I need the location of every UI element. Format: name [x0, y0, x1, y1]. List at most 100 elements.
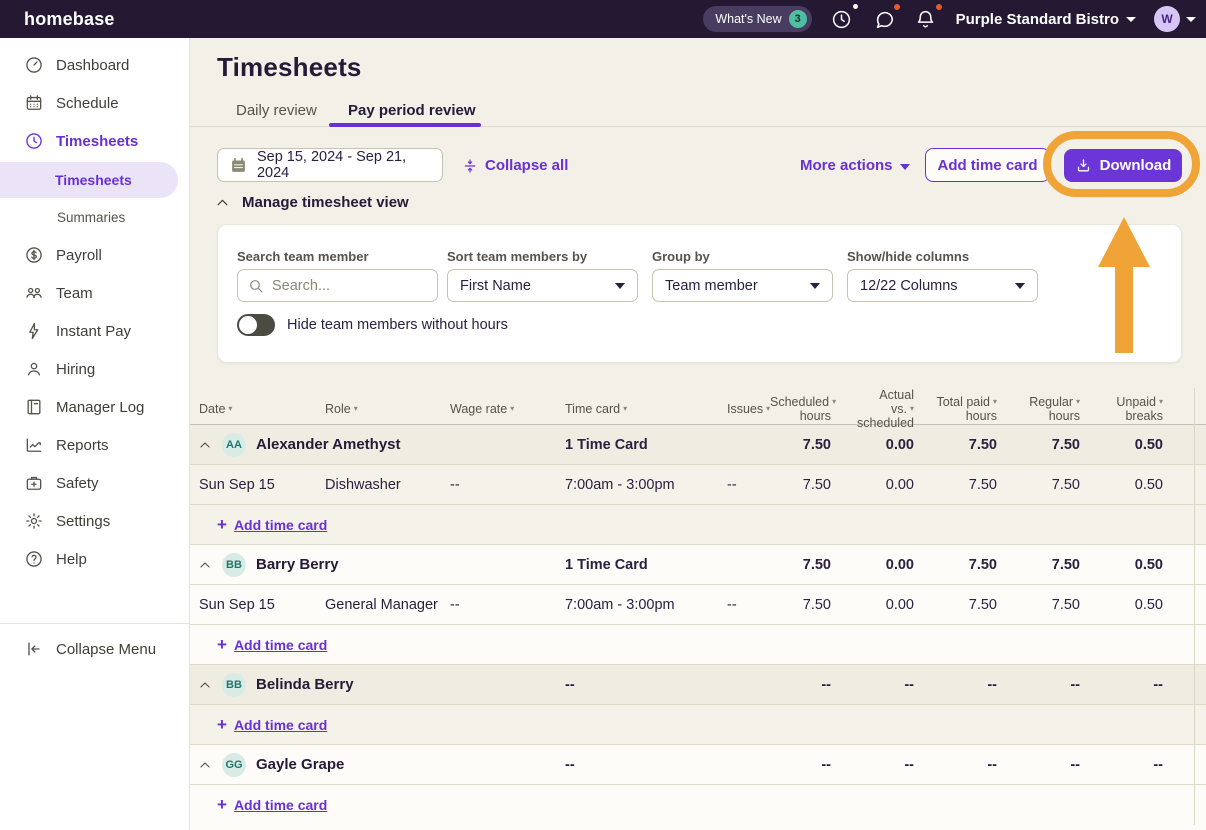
sort-select[interactable]: First Name [447, 269, 638, 302]
help-icon [24, 549, 44, 569]
toggle-knob [239, 316, 257, 334]
add-time-card-button[interactable]: Add time card [925, 148, 1050, 182]
column-header-actual-vs-scheduled[interactable]: Actual vs.▾scheduled [853, 388, 936, 430]
regular-hours: 7.50 [1019, 557, 1102, 573]
filter-caret-icon[interactable]: ▾ [910, 404, 914, 413]
time-card-summary: -- [555, 677, 715, 693]
regular-hours: -- [1019, 757, 1102, 773]
messages-icon[interactable] [872, 7, 896, 31]
chevron-up-icon[interactable] [198, 678, 212, 692]
add-time-card-row: +Add time card [190, 625, 1206, 665]
chevron-down-icon [810, 283, 820, 289]
add-time-card-link[interactable]: +Add time card [217, 715, 327, 735]
whats-new-button[interactable]: What's New 3 [703, 6, 811, 32]
column-header-scheduled-hours[interactable]: Scheduled▾hours [770, 395, 853, 423]
messages-notification-dot [894, 4, 900, 10]
time-clock-icon[interactable] [830, 7, 854, 31]
sort-label: Sort team members by [447, 249, 587, 264]
filter-caret-icon[interactable]: ▾ [1159, 397, 1163, 406]
filter-caret-icon[interactable]: ▾ [354, 404, 358, 413]
tab-pay-period-review[interactable]: Pay period review [348, 102, 476, 119]
whats-new-count-badge: 3 [789, 10, 807, 28]
filter-caret-icon[interactable]: ▾ [993, 397, 997, 406]
wage-rate-cell: -- [440, 477, 555, 493]
sidebar-item-settings[interactable]: Settings [0, 502, 190, 540]
sort-value: First Name [460, 278, 531, 294]
table-right-border [1194, 388, 1195, 825]
sidebar-item-team[interactable]: Team [0, 274, 190, 312]
column-header-issues[interactable]: Issues▾ [715, 402, 770, 416]
filter-caret-icon[interactable]: ▾ [510, 404, 514, 413]
sidebar-subitem-summaries[interactable]: Summaries [0, 198, 190, 236]
time-card-row[interactable]: Sun Sep 15 Dishwasher -- 7:00am - 3:00pm… [190, 465, 1206, 505]
chevron-down-icon [1015, 283, 1025, 289]
download-button[interactable]: Download [1064, 149, 1182, 182]
sidebar-item-label: Settings [56, 513, 110, 530]
chevron-down-icon [1126, 17, 1136, 22]
date-range-picker[interactable]: Sep 15, 2024 - Sep 21, 2024 [217, 148, 443, 182]
date-cell: Sun Sep 15 [190, 477, 315, 493]
collapse-all-button[interactable]: Collapse all [462, 157, 568, 174]
sidebar-item-manager-log[interactable]: Manager Log [0, 388, 190, 426]
clock-icon [24, 131, 44, 151]
sidebar-item-label: Team [56, 285, 93, 302]
scheduled-hours: 7.50 [770, 477, 853, 493]
total-paid-hours: 7.50 [936, 557, 1019, 573]
sidebar-item-payroll[interactable]: Payroll [0, 236, 190, 274]
group-row[interactable]: BB Barry Berry 1 Time Card 7.50 0.00 7.5… [190, 545, 1206, 585]
sidebar-item-schedule[interactable]: Schedule [0, 84, 190, 122]
group-by-select[interactable]: Team member [652, 269, 833, 302]
sidebar-item-dashboard[interactable]: Dashboard [0, 46, 190, 84]
columns-select[interactable]: 12/22 Columns [847, 269, 1038, 302]
sidebar-item-instant-pay[interactable]: Instant Pay [0, 312, 190, 350]
manage-timesheet-view-panel: Search team member Sort team members by … [217, 224, 1182, 363]
company-switcher[interactable]: Purple Standard Bistro [956, 11, 1136, 28]
add-time-card-row: +Add time card [190, 705, 1206, 745]
sidebar-item-reports[interactable]: Reports [0, 426, 190, 464]
column-header-role[interactable]: Role▾ [315, 402, 440, 416]
group-row[interactable]: GG Gayle Grape -- -- -- -- -- -- [190, 745, 1206, 785]
filter-caret-icon[interactable]: ▾ [832, 397, 836, 406]
unpaid-breaks: 0.50 [1102, 477, 1185, 493]
plus-icon: + [217, 515, 227, 535]
more-actions-button[interactable]: More actions [800, 157, 910, 174]
filter-caret-icon[interactable]: ▾ [623, 404, 627, 413]
chevron-up-icon[interactable] [198, 558, 212, 572]
add-time-card-link[interactable]: +Add time card [217, 795, 327, 815]
total-paid-hours: 7.50 [936, 477, 1019, 493]
manage-timesheet-view-toggle[interactable]: Manage timesheet view [215, 194, 409, 211]
time-card-row[interactable]: Sun Sep 15 General Manager -- 7:00am - 3… [190, 585, 1206, 625]
account-menu[interactable]: W [1154, 6, 1196, 32]
group-row[interactable]: AA Alexander Amethyst 1 Time Card 7.50 0… [190, 425, 1206, 465]
add-time-card-link[interactable]: +Add time card [217, 635, 327, 655]
sidebar-item-label: Dashboard [56, 57, 129, 74]
avatar: W [1154, 6, 1180, 32]
sidebar-item-timesheets[interactable]: Timesheets [0, 122, 190, 160]
column-header-wage-rate[interactable]: Wage rate▾ [440, 402, 555, 416]
filter-caret-icon[interactable]: ▾ [1076, 397, 1080, 406]
person-icon [24, 359, 44, 379]
column-header-time-card[interactable]: Time card▾ [555, 402, 715, 416]
chevron-up-icon[interactable] [198, 758, 212, 772]
tab-daily-review[interactable]: Daily review [236, 102, 317, 119]
search-input[interactable] [272, 278, 422, 294]
columns-value: 12/22 Columns [860, 278, 958, 294]
filter-caret-icon[interactable]: ▾ [228, 404, 232, 413]
column-header-unpaid-breaks[interactable]: Unpaid▾breaks [1102, 395, 1185, 423]
column-header-total-paid-hours[interactable]: Total paid▾hours [936, 395, 1019, 423]
toggle-label: Hide team members without hours [287, 317, 508, 333]
notifications-bell-icon[interactable] [914, 7, 938, 31]
column-header-regular-hours[interactable]: Regular▾hours [1019, 395, 1102, 423]
add-time-card-link[interactable]: +Add time card [217, 515, 327, 535]
sidebar-item-help[interactable]: Help [0, 540, 190, 578]
hide-members-toggle[interactable] [237, 314, 275, 336]
sidebar-item-safety[interactable]: Safety [0, 464, 190, 502]
sidebar-item-hiring[interactable]: Hiring [0, 350, 190, 388]
column-header-date[interactable]: Date▾ [190, 402, 315, 416]
chevron-up-icon[interactable] [198, 438, 212, 452]
group-row[interactable]: BB Belinda Berry -- -- -- -- -- -- [190, 665, 1206, 705]
date-range-value: Sep 15, 2024 - Sep 21, 2024 [257, 149, 442, 181]
role-cell: Dishwasher [315, 477, 440, 493]
collapse-menu-button[interactable]: Collapse Menu [0, 630, 190, 668]
sidebar-subitem-timesheets[interactable]: Timesheets [0, 160, 190, 198]
